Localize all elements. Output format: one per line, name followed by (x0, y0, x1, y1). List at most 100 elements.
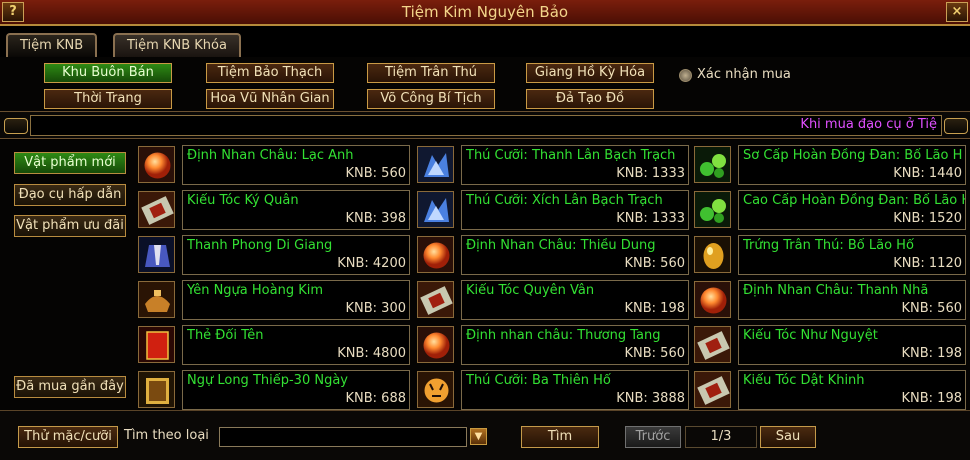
scroll-icon[interactable] (417, 281, 454, 318)
shop-item[interactable]: Định nhan châu: Thương Tang KNB: 560 (417, 324, 691, 365)
category-thoi-trang[interactable]: Thời Trang (44, 89, 172, 109)
close-icon[interactable]: × (946, 2, 968, 22)
pill-icon[interactable] (694, 191, 731, 228)
mount-icon[interactable] (417, 146, 454, 183)
egg-icon[interactable] (694, 236, 731, 273)
item-name: Ngự Long Thiếp-30 Ngày (187, 373, 348, 388)
page-indicator: 1/3 (685, 426, 757, 448)
item-info-box[interactable]: Sơ Cấp Hoàn Đồng Đan: Bố Lão H KNB: 1440 (738, 145, 966, 185)
item-info-box[interactable]: Ngự Long Thiếp-30 Ngày KNB: 688 (182, 370, 410, 410)
shop-item[interactable]: Định Nhan Châu: Lạc Anh KNB: 560 (138, 144, 412, 185)
category-vo-cong-bi-tich[interactable]: Võ Công Bí Tịch (367, 89, 495, 109)
outfit-icon[interactable] (138, 236, 175, 273)
tab-knb[interactable]: Tiệm KNB (6, 33, 98, 57)
item-price: KNB: 300 (345, 301, 407, 316)
pill-icon[interactable] (694, 146, 731, 183)
item-name: Kiểu Tóc Ký Quân (187, 193, 299, 208)
item-price: KNB: 1333 (616, 211, 685, 226)
dropdown-arrow-icon[interactable]: ▼ (470, 428, 487, 445)
item-price: KNB: 560 (345, 166, 407, 181)
sidebar-discount-items[interactable]: Vật phẩm ưu đãi (14, 215, 126, 237)
item-info-box[interactable]: Kiểu Tóc Như Nguyệt KNB: 198 (738, 325, 966, 365)
shop-item[interactable]: Trứng Trân Thú: Bố Lão Hổ KNB: 1120 (694, 234, 968, 275)
item-name: Thú Cưỡi: Xích Lân Bạch Trạch (466, 193, 663, 208)
ornament-knot-icon (944, 118, 968, 134)
sidebar-new-items[interactable]: Vật phẩm mới (14, 152, 126, 174)
shop-item[interactable]: Kiểu Tóc Quyên Vân KNB: 198 (417, 279, 691, 320)
item-info-box[interactable]: Thú Cưỡi: Thanh Lân Bạch Trạch KNB: 1333 (461, 145, 689, 185)
shop-item[interactable]: Thú Cưỡi: Xích Lân Bạch Trạch KNB: 1333 (417, 189, 691, 230)
item-info-box[interactable]: Định nhan châu: Thương Tang KNB: 560 (461, 325, 689, 365)
item-price: KNB: 560 (624, 256, 686, 271)
tab-knb-khoa[interactable]: Tiệm KNB Khóa (113, 33, 241, 57)
item-price: KNB: 1440 (893, 166, 962, 181)
item-info-box[interactable]: Định Nhan Châu: Thiều Dung KNB: 560 (461, 235, 689, 275)
shop-item[interactable]: Định Nhan Châu: Thiều Dung KNB: 560 (417, 234, 691, 275)
category-tiem-tran-thu[interactable]: Tiệm Trân Thú (367, 63, 495, 83)
prev-page-button[interactable]: Trước (625, 426, 681, 448)
shop-item[interactable]: Thú Cưỡi: Thanh Lân Bạch Trạch KNB: 1333 (417, 144, 691, 185)
shop-item[interactable]: Kiểu Tóc Dật Khinh KNB: 198 (694, 369, 968, 410)
orb-icon[interactable] (417, 326, 454, 363)
item-name: Định Nhan Châu: Thanh Nhã (743, 283, 929, 298)
item-info-box[interactable]: Kiểu Tóc Dật Khinh KNB: 198 (738, 370, 966, 410)
shop-item[interactable]: Sơ Cấp Hoàn Đồng Đan: Bố Lão H KNB: 1440 (694, 144, 968, 185)
category-giang-ho-ky-hoa[interactable]: Giang Hồ Kỳ Hóa (526, 63, 654, 83)
item-info-box[interactable]: Trứng Trân Thú: Bố Lão Hổ KNB: 1120 (738, 235, 966, 275)
item-name: Thú Cưỡi: Thanh Lân Bạch Trạch (466, 148, 676, 163)
shop-item[interactable]: Kiểu Tóc Như Nguyệt KNB: 198 (694, 324, 968, 365)
item-info-box[interactable]: Cao Cấp Hoàn Đồng Đan: Bố Lão H KNB: 1520 (738, 190, 966, 230)
item-info-box[interactable]: Yên Ngựa Hoàng Kim KNB: 300 (182, 280, 410, 320)
mount-icon[interactable] (417, 191, 454, 228)
try-on-button[interactable]: Thử mặc/cưỡi (18, 426, 118, 448)
item-price: KNB: 1520 (893, 211, 962, 226)
category-tiem-bao-thach[interactable]: Tiệm Bảo Thạch (206, 63, 334, 83)
item-info-box[interactable]: Kiểu Tóc Quyên Vân KNB: 198 (461, 280, 689, 320)
item-price: KNB: 198 (624, 301, 686, 316)
scroll-icon[interactable] (138, 191, 175, 228)
category-khu-buon-ban[interactable]: Khu Buôn Bán (44, 63, 172, 83)
sidebar-attractive-items[interactable]: Đạo cụ hấp dẫn (14, 184, 126, 206)
card-icon[interactable] (138, 326, 175, 363)
shop-item[interactable]: Thẻ Đổi Tên KNB: 4800 (138, 324, 412, 365)
shop-item[interactable]: Ngự Long Thiếp-30 Ngày KNB: 688 (138, 369, 412, 410)
shop-item[interactable]: Yên Ngựa Hoàng Kim KNB: 300 (138, 279, 412, 320)
item-name: Kiểu Tóc Quyên Vân (466, 283, 595, 298)
confirm-purchase-label: Xác nhận mua (697, 67, 791, 82)
orb-icon[interactable] (138, 146, 175, 183)
shop-item[interactable]: Kiểu Tóc Ký Quân KNB: 398 (138, 189, 412, 230)
item-info-box[interactable]: Thanh Phong Di Giang KNB: 4200 (182, 235, 410, 275)
category-da-tao-do[interactable]: Đả Tạo Đồ (526, 89, 654, 109)
tiger-icon[interactable] (417, 371, 454, 408)
confirm-purchase-radio[interactable] (679, 69, 692, 82)
shop-item[interactable]: Thanh Phong Di Giang KNB: 4200 (138, 234, 412, 275)
item-name: Định nhan châu: Thương Tang (466, 328, 661, 343)
window-titlebar: ? Tiệm Kim Nguyên Bảo × (0, 0, 970, 26)
sidebar-recently-bought[interactable]: Đã mua gần đây (14, 376, 126, 398)
category-hoa-vu-nhan-gian[interactable]: Hoa Vũ Nhân Gian (206, 89, 334, 109)
notice-bar: Khi mua đạo cụ ở Tiệ (0, 111, 970, 139)
scroll-icon[interactable] (694, 371, 731, 408)
item-price: KNB: 198 (901, 391, 963, 406)
item-info-box[interactable]: Định Nhan Châu: Lạc Anh KNB: 560 (182, 145, 410, 185)
shop-item[interactable]: Định Nhan Châu: Thanh Nhã KNB: 560 (694, 279, 968, 320)
item-price: KNB: 560 (901, 301, 963, 316)
scroll-icon[interactable] (694, 326, 731, 363)
saddle-icon[interactable] (138, 281, 175, 318)
item-price: KNB: 688 (345, 391, 407, 406)
shop-item[interactable]: Thú Cưỡi: Ba Thiên Hổ KNB: 3888 (417, 369, 691, 410)
item-info-box[interactable]: Thú Cưỡi: Ba Thiên Hổ KNB: 3888 (461, 370, 689, 410)
orb-icon[interactable] (417, 236, 454, 273)
orb-icon[interactable] (694, 281, 731, 318)
item-info-box[interactable]: Định Nhan Châu: Thanh Nhã KNB: 560 (738, 280, 966, 320)
item-info-box[interactable]: Thú Cưỡi: Xích Lân Bạch Trạch KNB: 1333 (461, 190, 689, 230)
shop-item[interactable]: Cao Cấp Hoàn Đồng Đan: Bố Lão H KNB: 1520 (694, 189, 968, 230)
search-type-input[interactable] (219, 427, 467, 447)
item-info-box[interactable]: Thẻ Đổi Tên KNB: 4800 (182, 325, 410, 365)
item-info-box[interactable]: Kiểu Tóc Ký Quân KNB: 398 (182, 190, 410, 230)
ornament-knot-icon (4, 118, 28, 134)
book-icon[interactable] (138, 371, 175, 408)
next-page-button[interactable]: Sau (760, 426, 816, 448)
search-label: Tìm theo loại (124, 428, 209, 443)
search-button[interactable]: Tìm (521, 426, 599, 448)
